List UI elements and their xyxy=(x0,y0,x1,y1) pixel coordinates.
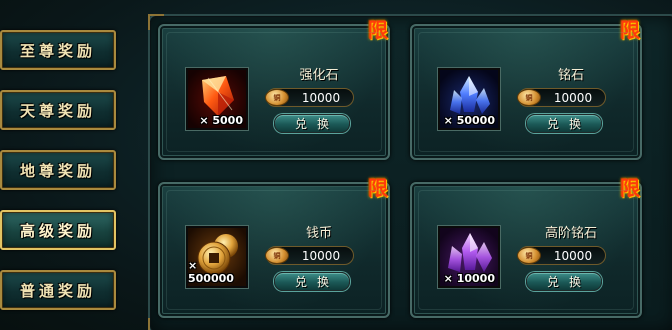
price-field: 铜 10000 xyxy=(517,246,606,265)
item-slot[interactable]: × 500000 xyxy=(185,225,249,289)
limit-badge: 限 xyxy=(620,176,640,200)
tab-label: 高级奖励 xyxy=(19,221,96,240)
item-slot[interactable]: × 50000 xyxy=(437,67,501,131)
item-name: 铭石 xyxy=(557,68,584,83)
item-slot[interactable]: × 10000 xyxy=(437,225,501,289)
item-name: 高阶铭石 xyxy=(544,226,597,241)
item-name: 强化石 xyxy=(299,68,339,83)
exchange-button[interactable]: 兑换 xyxy=(526,272,602,291)
tab-normal-reward[interactable]: 普通奖励 xyxy=(0,270,116,310)
reward-exchange-screen: 至尊奖励 天尊奖励 地尊奖励 高级奖励 普通奖励 限 × 5000 强化石 铜 … xyxy=(0,0,672,330)
tab-label: 地尊奖励 xyxy=(19,161,96,180)
tab-label: 天尊奖励 xyxy=(19,101,96,120)
tab-earth-reward[interactable]: 地尊奖励 xyxy=(0,150,116,190)
frame-corner-ornament xyxy=(148,318,164,330)
exchange-card-advanced-inscription-stone: 限 × 10000 高阶铭石 铜 10000 兑换 xyxy=(410,176,642,318)
tab-advanced-reward[interactable]: 高级奖励 xyxy=(0,210,116,250)
exchange-button[interactable]: 兑换 xyxy=(274,114,350,133)
limit-badge: 限 xyxy=(620,18,640,42)
coin-icon: 铜 xyxy=(265,89,289,106)
exchange-card-inscription-stone: 限 × 50000 铭石 铜 10000 兑换 xyxy=(410,18,642,160)
tab-label: 普通奖励 xyxy=(19,281,96,300)
coin-icon: 铜 xyxy=(517,89,541,106)
tab-heaven-reward[interactable]: 天尊奖励 xyxy=(0,90,116,130)
coin-icon: 铜 xyxy=(265,247,289,264)
limit-badge: 限 xyxy=(368,176,388,200)
item-quantity: × 50000 xyxy=(443,114,495,127)
item-quantity: × 500000 xyxy=(188,259,234,285)
exchange-button[interactable]: 兑换 xyxy=(526,114,602,133)
price-field: 铜 10000 xyxy=(517,88,606,107)
item-name: 钱币 xyxy=(305,226,332,241)
price-value: 10000 xyxy=(553,248,593,263)
reward-tabs: 至尊奖励 天尊奖励 地尊奖励 高级奖励 普通奖励 xyxy=(0,0,130,330)
item-quantity: × 5000 xyxy=(199,114,243,127)
coin-icon: 铜 xyxy=(517,247,541,264)
exchange-button[interactable]: 兑换 xyxy=(274,272,350,291)
item-quantity: × 10000 xyxy=(443,272,495,285)
price-value: 10000 xyxy=(301,90,341,105)
tab-label: 至尊奖励 xyxy=(19,41,96,60)
item-slot[interactable]: × 5000 xyxy=(185,67,249,131)
price-field: 铜 10000 xyxy=(265,246,354,265)
exchange-card-coins: 限 × 500000 钱币 铜 10000 兑换 xyxy=(158,176,390,318)
tab-supreme-reward[interactable]: 至尊奖励 xyxy=(0,30,116,70)
limit-badge: 限 xyxy=(368,18,388,42)
price-value: 10000 xyxy=(301,248,341,263)
exchange-card-strengthen-stone: 限 × 5000 强化石 铜 10000 兑换 xyxy=(158,18,390,160)
price-value: 10000 xyxy=(553,90,593,105)
price-field: 铜 10000 xyxy=(265,88,354,107)
